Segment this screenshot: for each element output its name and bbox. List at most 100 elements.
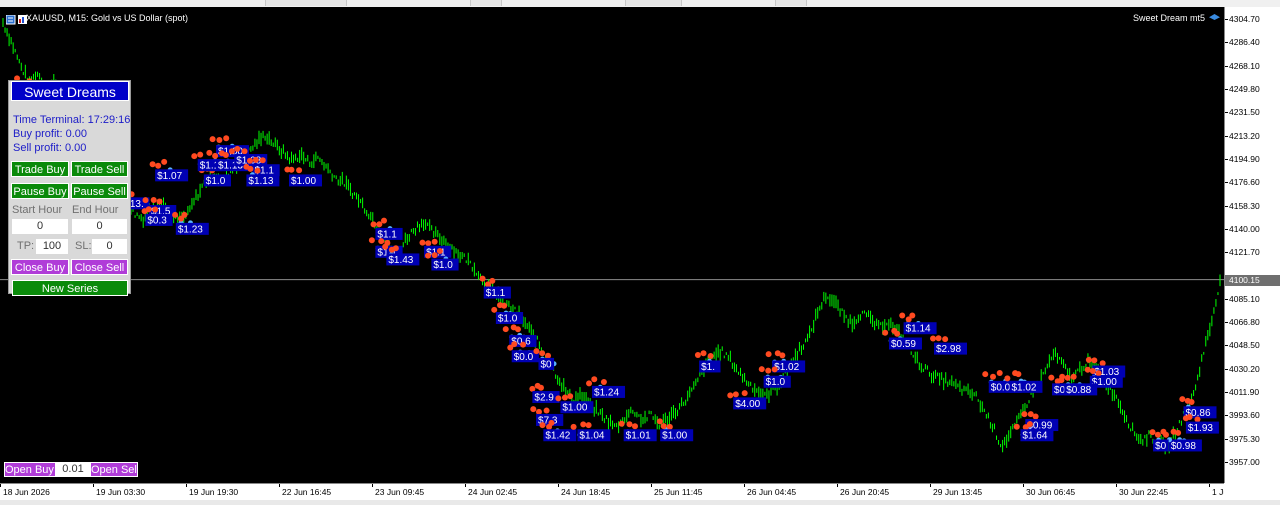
sell-arrow-icon — [996, 369, 1003, 376]
trade-label: $1.00 — [662, 431, 687, 442]
sell-arrow-icon — [1013, 423, 1020, 430]
sell-arrow-icon — [1070, 373, 1077, 380]
sell-arrow-icon — [660, 423, 667, 430]
sell-arrow-icon — [1186, 414, 1193, 421]
sl-input[interactable]: 0 — [92, 239, 127, 254]
sell-arrow-icon — [228, 148, 235, 155]
time-tick: 29 Jun 13:45 — [929, 484, 983, 497]
end-hour-input[interactable]: 0 — [72, 219, 127, 234]
open-sell-button[interactable]: Open Sell — [90, 462, 138, 477]
trade-label: $1.24 — [594, 387, 619, 398]
sell-arrow-icon — [431, 252, 438, 259]
sell-arrow-icon — [259, 157, 266, 164]
sell-arrow-icon — [591, 376, 598, 383]
sell-arrow-icon — [539, 350, 546, 357]
toolbar-tab[interactable] — [625, 0, 682, 6]
sell-arrow-icon — [894, 330, 901, 337]
sell-arrow-icon — [570, 423, 577, 430]
pause-sell-button[interactable]: Pause Sell — [71, 183, 128, 199]
sell-arrow-icon — [561, 394, 568, 401]
sell-arrow-icon — [491, 306, 498, 313]
start-hour-input[interactable]: 0 — [12, 219, 68, 234]
bottom-tab-strip — [0, 500, 1280, 505]
close-buy-button[interactable]: Close Buy — [11, 259, 69, 275]
sell-arrow-icon — [254, 167, 261, 174]
sell-arrow-icon — [212, 152, 219, 159]
sell-arrow-icon — [520, 341, 527, 348]
toolbar-tab[interactable] — [470, 0, 502, 6]
price-axis[interactable]: 4304.70 4286.40 4268.10 4249.80 4231.50 4213.… — [1224, 7, 1280, 483]
buy-profit: Buy profit: 0.00 — [13, 128, 87, 140]
sell-arrow-icon — [1015, 371, 1022, 378]
sell-arrow-icon — [1154, 431, 1161, 438]
trade-label: $0.3 — [147, 215, 167, 226]
sell-arrow-icon — [1188, 398, 1195, 405]
price-tick: 3993.60 — [1225, 410, 1260, 421]
trade-label: $0.88 — [1066, 385, 1091, 396]
sell-arrow-icon — [370, 221, 377, 228]
sell-arrow-icon — [1179, 396, 1186, 403]
sell-arrow-icon — [982, 371, 989, 378]
trade-label: $1.1 — [486, 288, 506, 299]
toolbar-tab[interactable] — [775, 0, 807, 6]
price-tick: 3975.30 — [1225, 433, 1260, 444]
trade-label: $0.0 — [514, 352, 534, 363]
sell-arrow-icon — [392, 245, 399, 252]
sell-arrow-icon — [378, 238, 385, 245]
trade-label: $1.43 — [388, 255, 413, 266]
price-tick: 4231.50 — [1225, 107, 1260, 118]
trade-sell-button[interactable]: Trade Sell — [71, 161, 128, 177]
open-buy-button[interactable]: Open Buy — [4, 462, 56, 477]
trade-label: $1.00 — [291, 176, 316, 187]
trade-label: $1. — [701, 362, 715, 373]
sell-arrow-icon — [1084, 366, 1091, 373]
close-sell-button[interactable]: Close Sell — [71, 259, 128, 275]
sell-arrow-icon — [882, 329, 889, 336]
trade-label: $2.9 — [534, 393, 554, 404]
sell-arrow-icon — [156, 198, 163, 205]
trade-label: $1.0 — [498, 314, 518, 325]
symbol-title: XAUUSD, M15: Gold vs US Dollar (spot) — [26, 13, 189, 23]
sell-arrow-icon — [191, 153, 198, 160]
price-tick: 4194.90 — [1225, 153, 1260, 164]
trade-label: $1.13 — [248, 176, 273, 187]
price-tick: 4140.00 — [1225, 223, 1260, 234]
sell-arrow-icon — [779, 352, 786, 359]
sell-profit: Sell profit: 0.00 — [13, 142, 87, 154]
sell-arrow-icon — [758, 366, 765, 373]
sell-arrow-icon — [501, 302, 508, 309]
ea-control-panel[interactable]: Sweet Dreams Time Terminal: 17:29:16 Buy… — [8, 80, 131, 296]
trade-label: $1.04 — [579, 431, 604, 442]
sell-arrow-icon — [1004, 375, 1011, 382]
toolbar-tab[interactable] — [265, 0, 347, 6]
sell-arrow-icon — [514, 326, 521, 333]
tp-input[interactable]: 100 — [36, 239, 68, 254]
trade-label: $0 — [540, 359, 552, 370]
sell-arrow-icon — [368, 237, 375, 244]
sell-arrow-icon — [741, 390, 748, 397]
sell-arrow-icon — [436, 247, 443, 254]
price-tick: 4011.90 — [1225, 387, 1260, 398]
price-tick: 3957.00 — [1225, 457, 1260, 467]
chart-title-icons — [5, 12, 28, 30]
sell-arrow-icon — [543, 407, 550, 414]
price-chart: $0.46$1.07$1.07$1.07$13.$1.5$0.3$1.23$1.… — [0, 18, 1224, 455]
time-tick: 30 Jun 22:45 — [1115, 484, 1169, 497]
new-series-button[interactable]: New Series — [12, 280, 128, 296]
trade-label: $1.42 — [545, 431, 570, 442]
sell-arrow-icon — [1160, 428, 1167, 435]
pause-buy-button[interactable]: Pause Buy — [11, 183, 69, 199]
sell-arrow-icon — [765, 351, 772, 358]
sell-arrow-icon — [529, 385, 536, 392]
sell-arrow-icon — [419, 239, 426, 246]
current-price-label: 4100.15 — [1225, 274, 1280, 286]
sell-arrow-icon — [216, 136, 223, 143]
trade-buy-button[interactable]: Trade Buy — [11, 161, 69, 177]
sell-arrow-icon — [580, 421, 587, 428]
lot-size-input[interactable]: 0.01 — [56, 462, 90, 477]
chart-area[interactable]: $0.46$1.07$1.07$1.07$13.$1.5$0.3$1.23$1.… — [0, 7, 1224, 483]
sell-arrow-icon — [1048, 374, 1055, 381]
sell-arrow-icon — [700, 350, 707, 357]
sell-arrow-icon — [537, 384, 544, 391]
sell-arrow-icon — [1095, 370, 1102, 377]
